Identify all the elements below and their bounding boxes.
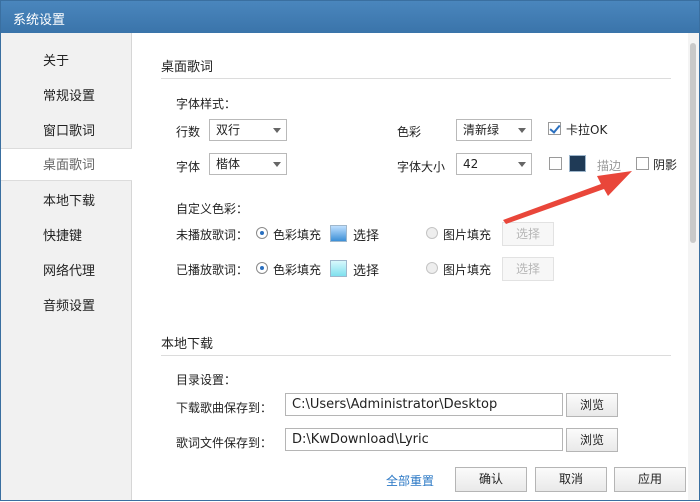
- sidebar: 关于 常规设置 窗口歌词 桌面歌词 本地下载 快捷键 网络代理 音频设置: [1, 33, 133, 500]
- color-label: 色彩: [397, 125, 422, 139]
- played-lyrics-label: 已播放歌词：: [176, 263, 249, 277]
- lyric-save-label: 歌词文件保存到：: [176, 436, 273, 450]
- sidebar-item-general[interactable]: 常规设置: [1, 80, 132, 113]
- settings-window: 系统设置 关于 常规设置 窗口歌词 桌面歌词 本地下载 快捷键 网络代理 音频设…: [0, 0, 700, 501]
- desktop-lyrics-section-title: 桌面歌词: [161, 60, 214, 75]
- chevron-down-icon: [273, 128, 281, 133]
- chevron-down-icon: [273, 162, 281, 167]
- color-select-value: 清新绿: [463, 123, 500, 137]
- karaoke-label: 卡拉OK: [566, 123, 608, 137]
- sidebar-item-desktop-lyrics[interactable]: 桌面歌词: [1, 148, 133, 181]
- lyric-save-path-input[interactable]: D:\KwDownload\Lyric: [285, 428, 563, 451]
- sidebar-item-audio[interactable]: 音频设置: [1, 290, 132, 323]
- font-size-select[interactable]: 42: [456, 153, 532, 175]
- font-select-value: 楷体: [216, 157, 241, 171]
- played-color-swatch[interactable]: [330, 260, 347, 277]
- song-save-label: 下载歌曲保存到：: [176, 401, 273, 415]
- font-size-select-value: 42: [463, 157, 479, 171]
- rows-select[interactable]: 双行: [209, 119, 287, 141]
- font-style-label: 字体样式：: [176, 97, 237, 111]
- local-download-section-title: 本地下载: [161, 337, 214, 352]
- lyric-browse-button[interactable]: 浏览: [566, 428, 618, 452]
- unplayed-lyrics-label: 未播放歌词：: [176, 228, 249, 242]
- title-bar[interactable]: 系统设置: [1, 1, 699, 33]
- scrollbar-thumb[interactable]: [690, 43, 696, 243]
- stroke-color-swatch[interactable]: [569, 155, 586, 172]
- karaoke-checkbox[interactable]: [548, 122, 561, 135]
- played-image-choose-button[interactable]: 选择: [502, 257, 554, 281]
- font-size-label: 字体大小: [397, 160, 446, 174]
- shadow-checkbox[interactable]: [636, 157, 649, 170]
- apply-button[interactable]: 应用: [614, 467, 686, 492]
- section-divider: [161, 78, 671, 79]
- played-choose-button[interactable]: 选择: [353, 260, 379, 279]
- played-color-fill-radio[interactable]: [256, 262, 268, 274]
- settings-content: 桌面歌词 字体样式： 行数 双行 色彩 清新绿 卡拉OK 字体 楷体 字体大小 …: [132, 33, 699, 500]
- unplayed-choose-button[interactable]: 选择: [353, 225, 379, 244]
- font-select[interactable]: 楷体: [209, 153, 287, 175]
- unplayed-color-fill-radio[interactable]: [256, 227, 268, 239]
- reset-all-link[interactable]: 全部重置: [386, 472, 434, 489]
- song-browse-button[interactable]: 浏览: [566, 393, 618, 417]
- sidebar-item-shortcuts[interactable]: 快捷键: [1, 220, 132, 253]
- custom-color-label: 自定义色彩：: [176, 202, 249, 216]
- section-divider: [161, 355, 671, 356]
- stroke-checkbox[interactable]: [549, 157, 562, 170]
- song-save-path-input[interactable]: C:\Users\Administrator\Desktop: [285, 393, 563, 416]
- unplayed-image-fill-label: 图片填充: [443, 228, 492, 242]
- window-title: 系统设置: [13, 13, 66, 28]
- played-color-fill-label: 色彩填充: [273, 263, 322, 277]
- cancel-button[interactable]: 取消: [535, 467, 607, 492]
- unplayed-image-fill-radio[interactable]: [426, 227, 438, 239]
- unplayed-image-choose-button[interactable]: 选择: [502, 222, 554, 246]
- played-image-fill-radio[interactable]: [426, 262, 438, 274]
- unplayed-color-fill-label: 色彩填充: [273, 228, 322, 242]
- ok-button[interactable]: 确认: [455, 467, 527, 492]
- sidebar-item-about[interactable]: 关于: [1, 45, 132, 78]
- rows-select-value: 双行: [216, 123, 241, 137]
- chevron-down-icon: [518, 162, 526, 167]
- stroke-label: 描边: [597, 159, 622, 173]
- sidebar-item-local-download[interactable]: 本地下载: [1, 185, 132, 218]
- sidebar-item-window-lyrics[interactable]: 窗口歌词: [1, 115, 132, 148]
- shadow-label: 阴影: [653, 158, 678, 172]
- font-label: 字体: [176, 160, 201, 174]
- played-image-fill-label: 图片填充: [443, 263, 492, 277]
- rows-label: 行数: [176, 125, 201, 139]
- sidebar-item-proxy[interactable]: 网络代理: [1, 255, 132, 288]
- color-select[interactable]: 清新绿: [456, 119, 532, 141]
- unplayed-color-swatch[interactable]: [330, 225, 347, 242]
- directory-settings-label: 目录设置：: [176, 373, 237, 387]
- chevron-down-icon: [518, 128, 526, 133]
